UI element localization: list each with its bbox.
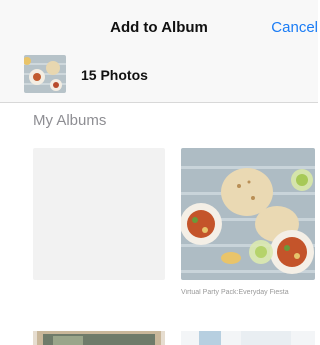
cancel-button[interactable]: Cancel [271, 19, 318, 36]
album-cover-photo-partial[interactable] [181, 331, 315, 345]
album-cover-photo-partial[interactable] [33, 331, 165, 345]
selected-photo-thumbnail [24, 55, 66, 93]
album-caption: Virtual Party Pack:Everyday Fiesta [181, 289, 289, 296]
photo-count: 15 Photos [81, 67, 148, 83]
nav-title: Add to Album [110, 19, 208, 36]
album-empty-placeholder[interactable] [33, 148, 165, 280]
navigation-bar: Add to Album Cancel [0, 0, 318, 52]
my-albums-heading: My Albums [33, 112, 107, 129]
album-cover-photo[interactable] [181, 148, 315, 280]
selection-summary: 15 Photos [0, 52, 318, 103]
